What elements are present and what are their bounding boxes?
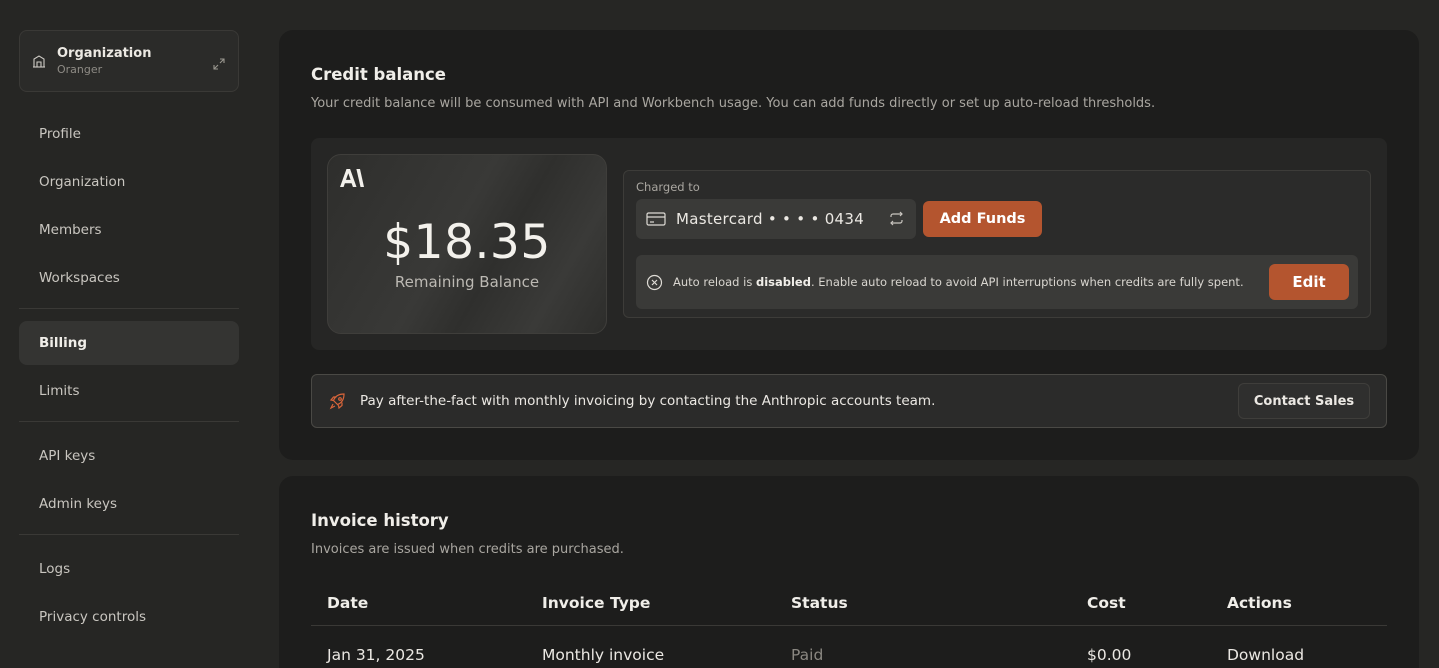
divider [19, 421, 239, 422]
invoice-history-card: Invoice history Invoices are issued when… [279, 476, 1419, 668]
building-icon [32, 54, 46, 68]
sidebar-item-privacy-controls[interactable]: Privacy controls [19, 595, 239, 639]
sidebar-item-limits[interactable]: Limits [19, 369, 239, 413]
auto-reload-status: disabled [755, 275, 811, 289]
payment-box: Charged to Mastercard • • • • 0434 Add F… [623, 170, 1371, 318]
column-header-cost: Cost [1087, 593, 1126, 612]
sidebar-item-organization[interactable]: Organization [19, 160, 239, 204]
sidebar-item-billing[interactable]: Billing [19, 321, 239, 365]
credit-balance-card: Credit balance Your credit balance will … [279, 30, 1419, 460]
sidebar-item-profile[interactable]: Profile [19, 112, 239, 156]
table-row: Jan 31, 2025 Monthly invoice Paid $0.00 … [311, 626, 1387, 668]
balance-amount: $18.35 [383, 215, 551, 270]
download-link[interactable]: Download [1227, 646, 1304, 664]
expand-icon[interactable] [213, 55, 225, 70]
anthropic-logo [340, 169, 364, 187]
charged-to-label: Charged to [636, 180, 700, 194]
invoice-type: Monthly invoice [542, 646, 665, 664]
invoice-cost: $0.00 [1087, 646, 1132, 664]
credit-card-icon [646, 211, 666, 227]
rocket-icon [329, 392, 346, 410]
balance-panel: $18.35 Remaining Balance Charged to Mast… [311, 138, 1387, 350]
contact-sales-button[interactable]: Contact Sales [1238, 383, 1370, 419]
auto-reload-suffix: . Enable auto reload to avoid API interr… [810, 275, 1244, 289]
sidebar-item-logs[interactable]: Logs [19, 547, 239, 591]
credit-balance-description: Your credit balance will be consumed wit… [311, 96, 1156, 111]
invoice-date: Jan 31, 2025 [327, 646, 425, 664]
sidebar-item-admin-keys[interactable]: Admin keys [19, 482, 239, 526]
invoice-history-title: Invoice history [311, 511, 449, 530]
auto-reload-text: Auto reload is disabled. Enable auto rel… [673, 275, 1244, 289]
edit-auto-reload-button[interactable]: Edit [1269, 264, 1349, 300]
credit-balance-title: Credit balance [311, 65, 446, 84]
add-funds-button[interactable]: Add Funds [923, 201, 1042, 237]
auto-reload-notice: Auto reload is disabled. Enable auto rel… [636, 255, 1358, 309]
column-header-date: Date [327, 593, 369, 612]
divider [19, 534, 239, 535]
monthly-invoicing-banner: Pay after-the-fact with monthly invoicin… [311, 374, 1387, 428]
divider [19, 308, 239, 309]
swap-icon[interactable] [889, 211, 904, 226]
balance-label: Remaining Balance [394, 273, 540, 291]
sidebar: Organization Oranger Profile Organizatio… [19, 30, 239, 643]
sidebar-item-members[interactable]: Members [19, 208, 239, 252]
sidebar-item-api-keys[interactable]: API keys [19, 434, 239, 478]
invoice-history-description: Invoices are issued when credits are pur… [311, 542, 624, 557]
invoice-status: Paid [791, 646, 824, 664]
sidebar-item-workspaces[interactable]: Workspaces [19, 256, 239, 300]
x-circle-icon [646, 274, 663, 291]
org-switcher[interactable]: Organization Oranger [19, 30, 239, 92]
column-header-invoice-type: Invoice Type [542, 593, 651, 612]
sidebar-nav: Profile Organization Members Workspaces … [19, 112, 239, 639]
column-header-status: Status [791, 593, 848, 612]
invoice-table: Date Invoice Type Status Cost Actions Ja… [311, 580, 1387, 668]
balance-tile: $18.35 Remaining Balance [327, 154, 607, 334]
auto-reload-prefix: Auto reload is [673, 275, 756, 289]
org-subtitle: Oranger [57, 63, 103, 76]
column-header-actions: Actions [1227, 593, 1292, 612]
table-header: Date Invoice Type Status Cost Actions [311, 580, 1387, 626]
monthly-invoicing-text: Pay after-the-fact with monthly invoicin… [360, 393, 936, 409]
org-name: Organization [57, 46, 152, 61]
org-text: Organization Oranger [57, 46, 151, 76]
payment-card-select[interactable]: Mastercard • • • • 0434 [636, 199, 916, 239]
card-text: Mastercard • • • • 0434 [676, 210, 865, 228]
